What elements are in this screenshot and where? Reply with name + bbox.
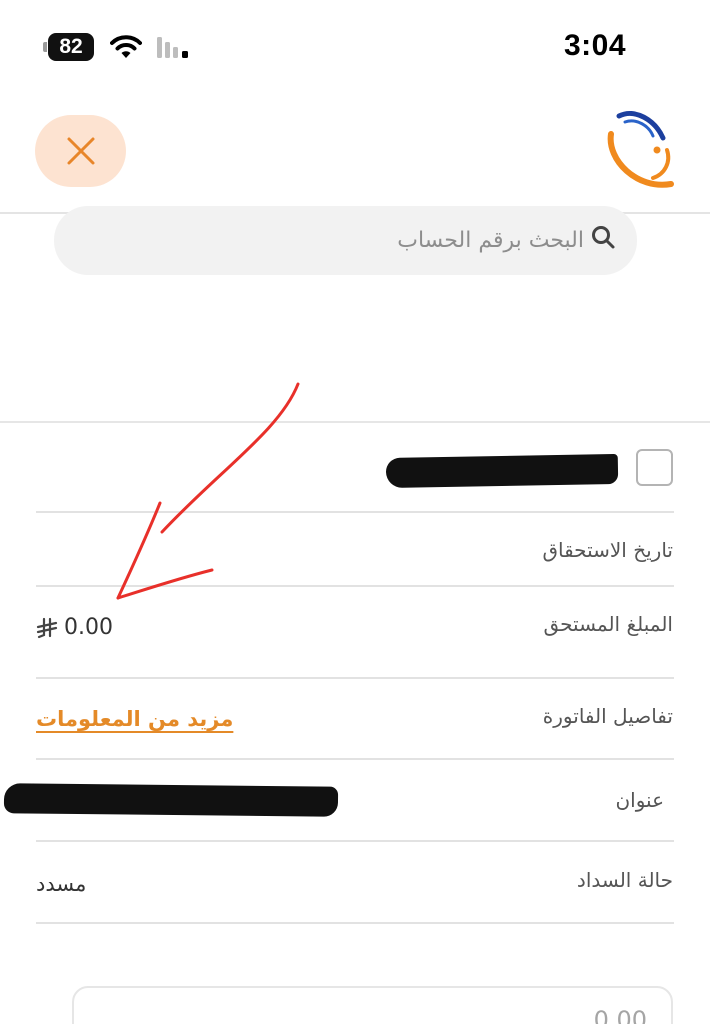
redacted-address xyxy=(3,783,339,817)
account-checkbox[interactable] xyxy=(636,449,673,486)
due-date-label: تاريخ الاستحقاق xyxy=(542,538,673,562)
amount-due-label: المبلغ المستحق xyxy=(543,612,673,636)
row-divider xyxy=(36,840,674,842)
address-label: عنوان xyxy=(615,788,664,812)
amount-due-number: 0.00 xyxy=(64,615,113,640)
battery-icon: 82 xyxy=(43,33,98,61)
invoice-details-label: تفاصيل الفاتورة xyxy=(542,704,673,728)
status-time: 3:04 xyxy=(563,29,627,62)
cellular-signal-icon xyxy=(157,37,188,58)
search-icon xyxy=(592,226,615,249)
payment-amount-value: 0.00 xyxy=(593,1006,647,1024)
wifi-icon xyxy=(110,35,142,58)
search-bar[interactable] xyxy=(54,206,637,275)
redacted-account-number xyxy=(385,453,619,489)
row-divider xyxy=(36,585,674,587)
payment-status-label: حالة السداد xyxy=(576,868,673,892)
payment-status-value: مسدد xyxy=(36,872,87,896)
more-info-link[interactable]: مزيد من المعلومات xyxy=(36,707,233,731)
close-button[interactable] xyxy=(35,115,126,187)
status-bar: 82 3:04 xyxy=(0,0,710,95)
section-divider xyxy=(0,421,710,423)
battery-nub xyxy=(43,42,47,52)
riyal-currency-symbol xyxy=(36,617,58,638)
row-divider xyxy=(36,511,674,513)
row-divider xyxy=(36,758,674,760)
amount-due-value: 0.00 xyxy=(36,615,113,640)
search-input[interactable] xyxy=(74,206,584,275)
payment-amount-input[interactable]: 0.00 xyxy=(72,986,673,1024)
close-icon xyxy=(67,137,94,165)
row-divider xyxy=(36,922,674,924)
row-divider xyxy=(36,677,674,679)
battery-level: 82 xyxy=(48,33,94,61)
company-logo xyxy=(607,111,674,188)
